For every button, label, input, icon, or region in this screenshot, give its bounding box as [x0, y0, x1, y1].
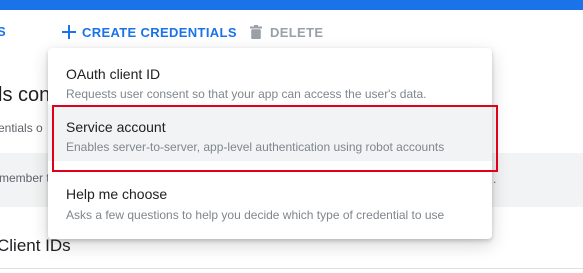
plus-icon: [62, 25, 76, 39]
menu-item-title: OAuth client ID: [66, 66, 161, 82]
menu-item-help-me-choose[interactable]: Help me choose Asks a few questions to h…: [48, 174, 492, 230]
create-credentials-button[interactable]: CREATE CREDENTIALS: [62, 20, 237, 44]
menu-item-description: Enables server-to-server, app-level auth…: [66, 140, 445, 154]
menu-item-description: Asks a few questions to help you decide …: [66, 208, 445, 222]
page-subtext: entials o: [0, 121, 43, 135]
menu-item-service-account[interactable]: Service account Enables server-to-server…: [48, 105, 492, 161]
menu-item-title: Help me choose: [66, 186, 168, 202]
notice-text-end: .: [493, 172, 497, 186]
top-app-bar: [0, 0, 583, 10]
delete-button[interactable]: DELETE: [250, 20, 323, 44]
delete-label: DELETE: [270, 24, 324, 40]
menu-item-description: Requests user consent so that your app c…: [66, 87, 427, 101]
create-credentials-menu: OAuth client ID Requests user consent so…: [48, 48, 492, 239]
notice-text: member t: [0, 171, 50, 185]
divider: [0, 268, 583, 269]
credentials-toolbar: S CREATE CREDENTIALS DELETE: [0, 10, 583, 50]
client-ids-heading: Client IDs: [0, 236, 71, 255]
create-credentials-label: CREATE CREDENTIALS: [82, 24, 237, 40]
page-heading: ls con: [0, 84, 51, 106]
top-bar-corner: [569, 0, 583, 10]
menu-item-oauth-client-id[interactable]: OAuth client ID Requests user consent so…: [48, 48, 492, 104]
toolbar-tab-partial[interactable]: S: [0, 24, 6, 39]
menu-item-title: Service account: [66, 119, 166, 135]
trash-icon: [250, 25, 262, 39]
